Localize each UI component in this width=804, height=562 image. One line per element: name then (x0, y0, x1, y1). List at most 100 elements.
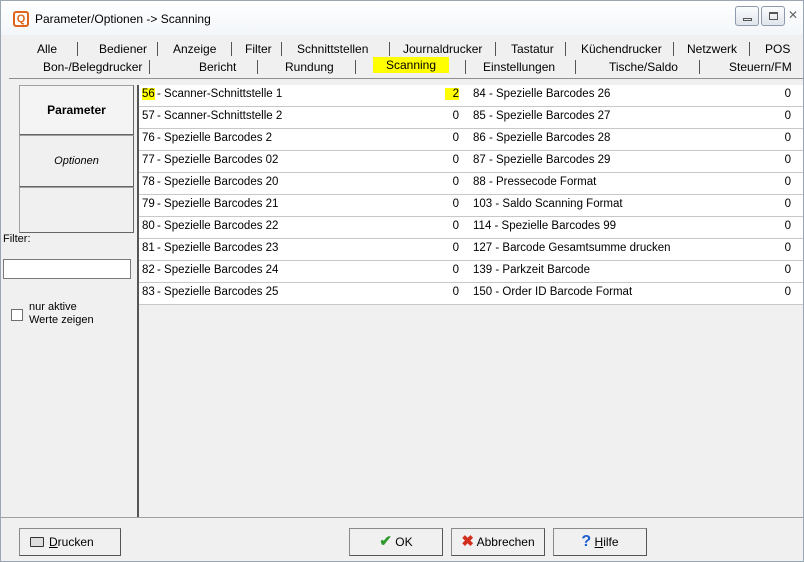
optionen-button[interactable]: Optionen (19, 135, 134, 187)
param-value[interactable]: 0 (445, 220, 459, 232)
param-id: 82 (142, 264, 155, 276)
param-right-value[interactable]: 0 (777, 110, 791, 122)
table-row[interactable]: 78 - Spezielle Barcodes 20 0 88 - Presse… (139, 173, 803, 195)
param-right-value[interactable]: 0 (777, 88, 791, 100)
param-right-label: 103 - Saldo Scanning Format (473, 198, 623, 210)
tab-schnittstellen[interactable]: Schnittstellen (293, 41, 372, 57)
table-row[interactable]: 77 - Spezielle Barcodes 02 0 87 - Spezie… (139, 151, 803, 173)
minimize-icon[interactable] (735, 6, 759, 26)
filter-label: Filter: (3, 233, 31, 245)
hilfe-label: ilfe (603, 535, 619, 549)
param-right-value[interactable]: 0 (777, 132, 791, 144)
param-id: 83 (142, 286, 155, 298)
drucken-label: rucken (57, 535, 94, 549)
tab-anzeige[interactable]: Anzeige (169, 41, 220, 57)
table-row[interactable]: 80 - Spezielle Barcodes 22 0 114 - Spezi… (139, 217, 803, 239)
help-question-icon: ? (581, 533, 592, 550)
param-id: 77 (142, 154, 155, 166)
abbrechen-label: Abbrechen (476, 535, 535, 549)
param-name: - Spezielle Barcodes 2 (157, 132, 273, 144)
filter-input[interactable] (3, 259, 131, 279)
param-name: - Spezielle Barcodes 23 (157, 242, 279, 254)
param-id: 81 (142, 242, 155, 254)
param-right-value[interactable]: 0 (777, 198, 791, 210)
param-right-label: 114 - Spezielle Barcodes 99 (473, 220, 616, 232)
param-value[interactable]: 0 (445, 198, 459, 210)
table-row[interactable]: 76 - Spezielle Barcodes 2 0 86 - Speziel… (139, 129, 803, 151)
param-right-value[interactable]: 0 (777, 176, 791, 188)
table-row[interactable]: 82 - Spezielle Barcodes 24 0 139 - Parkz… (139, 261, 803, 283)
param-id: 56 (142, 88, 155, 100)
table-row[interactable]: 56 - Scanner-Schnittstelle 1 2 84 - Spez… (139, 85, 803, 107)
title-bar: Q Parameter/Optionen -> Scanning ✕ (1, 1, 803, 35)
param-value[interactable]: 0 (445, 110, 459, 122)
param-name: - Spezielle Barcodes 25 (157, 286, 279, 298)
param-value[interactable]: 0 (445, 286, 459, 298)
param-value[interactable]: 0 (445, 176, 459, 188)
param-right-value[interactable]: 0 (777, 154, 791, 166)
param-right-value[interactable]: 0 (777, 286, 791, 298)
hilfe-button[interactable]: ? Hilfe (553, 528, 647, 556)
abbrechen-button[interactable]: ✖ Abbrechen (451, 528, 545, 556)
tab-scanning[interactable]: Scanning (373, 57, 449, 73)
tab-bon-belegdrucker[interactable]: Bon-/Belegdrucker (39, 59, 146, 75)
param-value[interactable]: 0 (445, 154, 459, 166)
app-icon: Q (13, 11, 29, 27)
parameter-grid: 56 - Scanner-Schnittstelle 1 2 84 - Spez… (137, 85, 803, 517)
dialog-window: Q Parameter/Optionen -> Scanning ✕ Alle … (0, 0, 804, 562)
table-row[interactable]: 83 - Spezielle Barcodes 25 0 150 - Order… (139, 283, 803, 305)
tab-rundung[interactable]: Rundung (281, 59, 338, 75)
tab-alle[interactable]: Alle (33, 41, 61, 57)
tab-netzwerk[interactable]: Netzwerk (683, 41, 741, 57)
param-right-value[interactable]: 0 (777, 242, 791, 254)
tab-filter[interactable]: Filter (241, 41, 276, 57)
param-right-label: 127 - Barcode Gesamtsumme drucken (473, 242, 671, 254)
param-name: - Scanner-Schnittstelle 1 (157, 88, 283, 100)
maximize-icon[interactable] (761, 6, 785, 26)
tab-journaldrucker[interactable]: Journaldrucker (399, 41, 486, 57)
table-row[interactable]: 81 - Spezielle Barcodes 23 0 127 - Barco… (139, 239, 803, 261)
param-name: - Scanner-Schnittstelle 2 (157, 110, 283, 122)
ok-label: OK (395, 535, 413, 549)
param-value[interactable]: 0 (445, 132, 459, 144)
param-right-label: 86 - Spezielle Barcodes 28 (473, 132, 611, 144)
tab-tastatur[interactable]: Tastatur (507, 41, 558, 57)
param-name: - Spezielle Barcodes 02 (157, 154, 279, 166)
table-row[interactable]: 79 - Spezielle Barcodes 21 0 103 - Saldo… (139, 195, 803, 217)
checkbox-label-line2: Werte zeigen (29, 314, 94, 326)
param-value[interactable]: 0 (445, 264, 459, 276)
drucken-button[interactable]: Drucken (19, 528, 121, 556)
empty-side-button[interactable] (19, 187, 134, 233)
close-icon[interactable]: ✕ (785, 8, 801, 24)
param-right-value[interactable]: 0 (777, 220, 791, 232)
table-row[interactable]: 57 - Scanner-Schnittstelle 2 0 85 - Spez… (139, 107, 803, 129)
left-panel: Parameter Optionen Filter: nur aktive We… (3, 85, 137, 517)
tab-einstellungen[interactable]: Einstellungen (479, 59, 559, 75)
checkbox-label-line1: nur aktive (29, 301, 77, 313)
nur-aktive-label: nur aktive Werte zeigen (29, 301, 94, 327)
tab-strip: Alle Bediener Anzeige Filter Schnittstel… (9, 39, 803, 79)
nur-aktive-checkbox[interactable] (11, 309, 23, 321)
param-id: 57 (142, 110, 155, 122)
tab-bericht[interactable]: Bericht (195, 59, 240, 75)
param-right-label: 150 - Order ID Barcode Format (473, 286, 633, 298)
param-id: 80 (142, 220, 155, 232)
tab-steuern-fm[interactable]: Steuern/FM (725, 59, 796, 75)
tab-pos[interactable]: POS (761, 41, 794, 57)
param-name: - Spezielle Barcodes 21 (157, 198, 279, 210)
param-right-value[interactable]: 0 (777, 264, 791, 276)
param-right-label: 139 - Parkzeit Barcode (473, 264, 590, 276)
param-id: 76 (142, 132, 155, 144)
param-value[interactable]: 2 (445, 88, 459, 100)
param-name: - Spezielle Barcodes 20 (157, 176, 279, 188)
param-name: - Spezielle Barcodes 22 (157, 220, 279, 232)
tab-kuechendrucker[interactable]: Küchendrucker (577, 41, 666, 57)
param-value[interactable]: 0 (445, 242, 459, 254)
parameter-button[interactable]: Parameter (19, 85, 134, 135)
ok-button[interactable]: ✔ OK (349, 528, 443, 556)
param-right-label: 88 - Pressecode Format (473, 176, 597, 188)
tab-tische-saldo[interactable]: Tische/Saldo (605, 59, 682, 75)
cancel-x-icon: ✖ (461, 533, 474, 550)
param-id: 78 (142, 176, 155, 188)
tab-bediener[interactable]: Bediener (95, 41, 151, 57)
